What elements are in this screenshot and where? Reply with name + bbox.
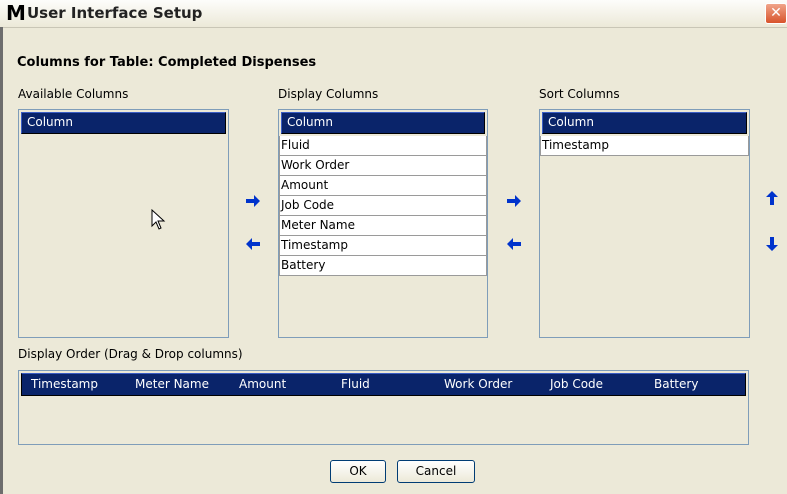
display-column-row[interactable]: Amount (279, 176, 487, 196)
title-bar: M User Interface Setup ✕ (0, 0, 787, 28)
add-to-display-button[interactable] (245, 193, 261, 209)
display-column-row[interactable]: Work Order (279, 156, 487, 176)
arrow-right-icon (246, 195, 260, 207)
add-to-sort-button[interactable] (506, 193, 522, 209)
display-order-column[interactable]: Battery (654, 377, 698, 391)
close-button[interactable]: ✕ (765, 3, 787, 24)
display-order-table[interactable]: Timestamp Meter Name Amount Fluid Work Order… (18, 370, 749, 445)
display-order-column[interactable]: Timestamp (31, 377, 98, 391)
available-column-header[interactable]: Column (21, 112, 226, 134)
arrow-left-icon (246, 238, 260, 250)
available-columns-label: Available Columns (18, 87, 129, 101)
sort-columns-label: Sort Columns (539, 87, 620, 101)
arrow-right-icon (507, 195, 521, 207)
window-title: User Interface Setup (27, 4, 203, 22)
move-up-button[interactable] (764, 190, 780, 206)
display-order-column[interactable]: Fluid (341, 377, 370, 391)
mouse-cursor-icon (151, 208, 167, 231)
display-columns-list[interactable]: Column Fluid Work Order Amount Job Code Mete… (278, 109, 488, 338)
display-column-row[interactable]: Timestamp (279, 236, 487, 256)
display-order-column[interactable]: Job Code (550, 377, 603, 391)
display-order-header: Timestamp Meter Name Amount Fluid Work Order… (21, 373, 746, 396)
display-order-column[interactable]: Work Order (444, 377, 512, 391)
display-column-row[interactable]: Job Code (279, 196, 487, 216)
window-frame (0, 27, 3, 494)
display-column-row[interactable]: Battery (279, 256, 487, 276)
display-columns-label: Display Columns (278, 87, 379, 101)
available-columns-list[interactable]: Column (18, 109, 229, 338)
display-column-row[interactable]: Fluid (279, 136, 487, 156)
cancel-button[interactable]: Cancel (397, 460, 475, 483)
display-column-header[interactable]: Column (281, 112, 485, 134)
sort-column-header[interactable]: Column (542, 112, 747, 134)
ok-button[interactable]: OK (330, 460, 386, 483)
display-order-label: Display Order (Drag & Drop columns) (18, 347, 243, 361)
app-logo: M (6, 1, 26, 25)
display-rows: Fluid Work Order Amount Job Code Meter Name T… (279, 136, 487, 276)
remove-from-sort-button[interactable] (506, 236, 522, 252)
display-order-column[interactable]: Meter Name (135, 377, 209, 391)
remove-from-display-button[interactable] (245, 236, 261, 252)
sort-columns-list[interactable]: Column Timestamp (539, 109, 750, 338)
close-icon: ✕ (770, 5, 782, 21)
sort-column-row[interactable]: Timestamp (540, 136, 749, 156)
display-order-column[interactable]: Amount (239, 377, 286, 391)
arrow-up-icon (766, 191, 778, 205)
arrow-down-icon (766, 237, 778, 251)
page-heading: Columns for Table: Completed Dispenses (17, 55, 317, 70)
sort-rows: Timestamp (540, 136, 749, 156)
move-down-button[interactable] (764, 236, 780, 252)
arrow-left-icon (507, 238, 521, 250)
display-column-row[interactable]: Meter Name (279, 216, 487, 236)
